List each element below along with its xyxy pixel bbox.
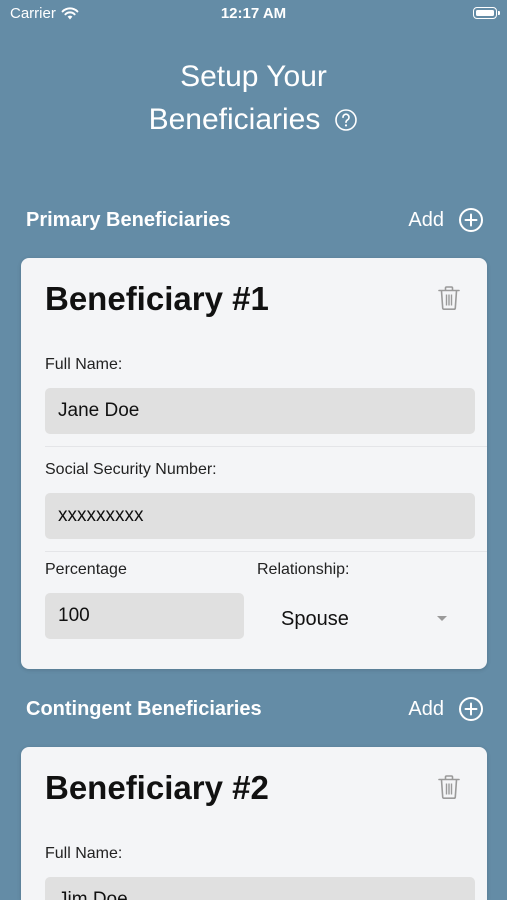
beneficiary-card-1: Beneficiary #1 Full Name: Jane Doe Socia… <box>21 258 487 669</box>
full-name-label: Full Name: <box>45 845 123 862</box>
battery-icon <box>473 7 500 19</box>
beneficiary-title: Beneficiary #2 <box>45 769 269 806</box>
divider <box>45 551 487 552</box>
page-title: Setup Your Beneficiaries <box>0 55 507 141</box>
ssn-input[interactable]: xxxxxxxxx <box>45 493 475 539</box>
chevron-down-icon[interactable] <box>437 616 447 621</box>
primary-section-header: Primary Beneficiaries Add <box>26 205 484 235</box>
page-title-line2: Beneficiaries <box>148 103 321 136</box>
full-name-input[interactable]: Jane Doe <box>45 388 475 434</box>
add-primary-button[interactable]: Add <box>408 207 484 233</box>
percentage-label: Percentage <box>45 561 127 578</box>
add-circle-icon[interactable] <box>458 207 484 233</box>
status-time: 12:17 AM <box>220 5 287 22</box>
trash-icon[interactable] <box>437 774 461 800</box>
contingent-section-title: Contingent Beneficiaries <box>26 697 262 720</box>
trash-icon[interactable] <box>437 285 461 311</box>
add-contingent-button[interactable]: Add <box>408 696 484 722</box>
status-bar: Carrier 12:17 AM <box>0 0 507 28</box>
full-name-input[interactable]: Jim Doe <box>45 877 475 900</box>
page-title-line1: Setup Your <box>180 60 327 93</box>
percentage-input[interactable]: 100 <box>45 593 244 639</box>
add-contingent-label[interactable]: Add <box>408 698 444 721</box>
relationship-label: Relationship: <box>257 561 350 578</box>
help-icon[interactable] <box>334 108 358 132</box>
beneficiary-title: Beneficiary #1 <box>45 280 269 317</box>
divider <box>45 446 487 447</box>
ssn-label: Social Security Number: <box>45 461 217 478</box>
full-name-label: Full Name: <box>45 356 123 373</box>
add-circle-icon[interactable] <box>458 696 484 722</box>
contingent-section-header: Contingent Beneficiaries Add <box>26 694 484 724</box>
relationship-value[interactable]: Spouse <box>281 608 349 631</box>
relationship-select[interactable]: Spouse <box>281 596 447 642</box>
page-title-line2-row: Beneficiaries <box>149 98 359 141</box>
beneficiary-card-2: Beneficiary #2 Full Name: Jim Doe <box>21 747 487 900</box>
primary-section-title: Primary Beneficiaries <box>26 208 231 231</box>
add-primary-label[interactable]: Add <box>408 209 444 232</box>
